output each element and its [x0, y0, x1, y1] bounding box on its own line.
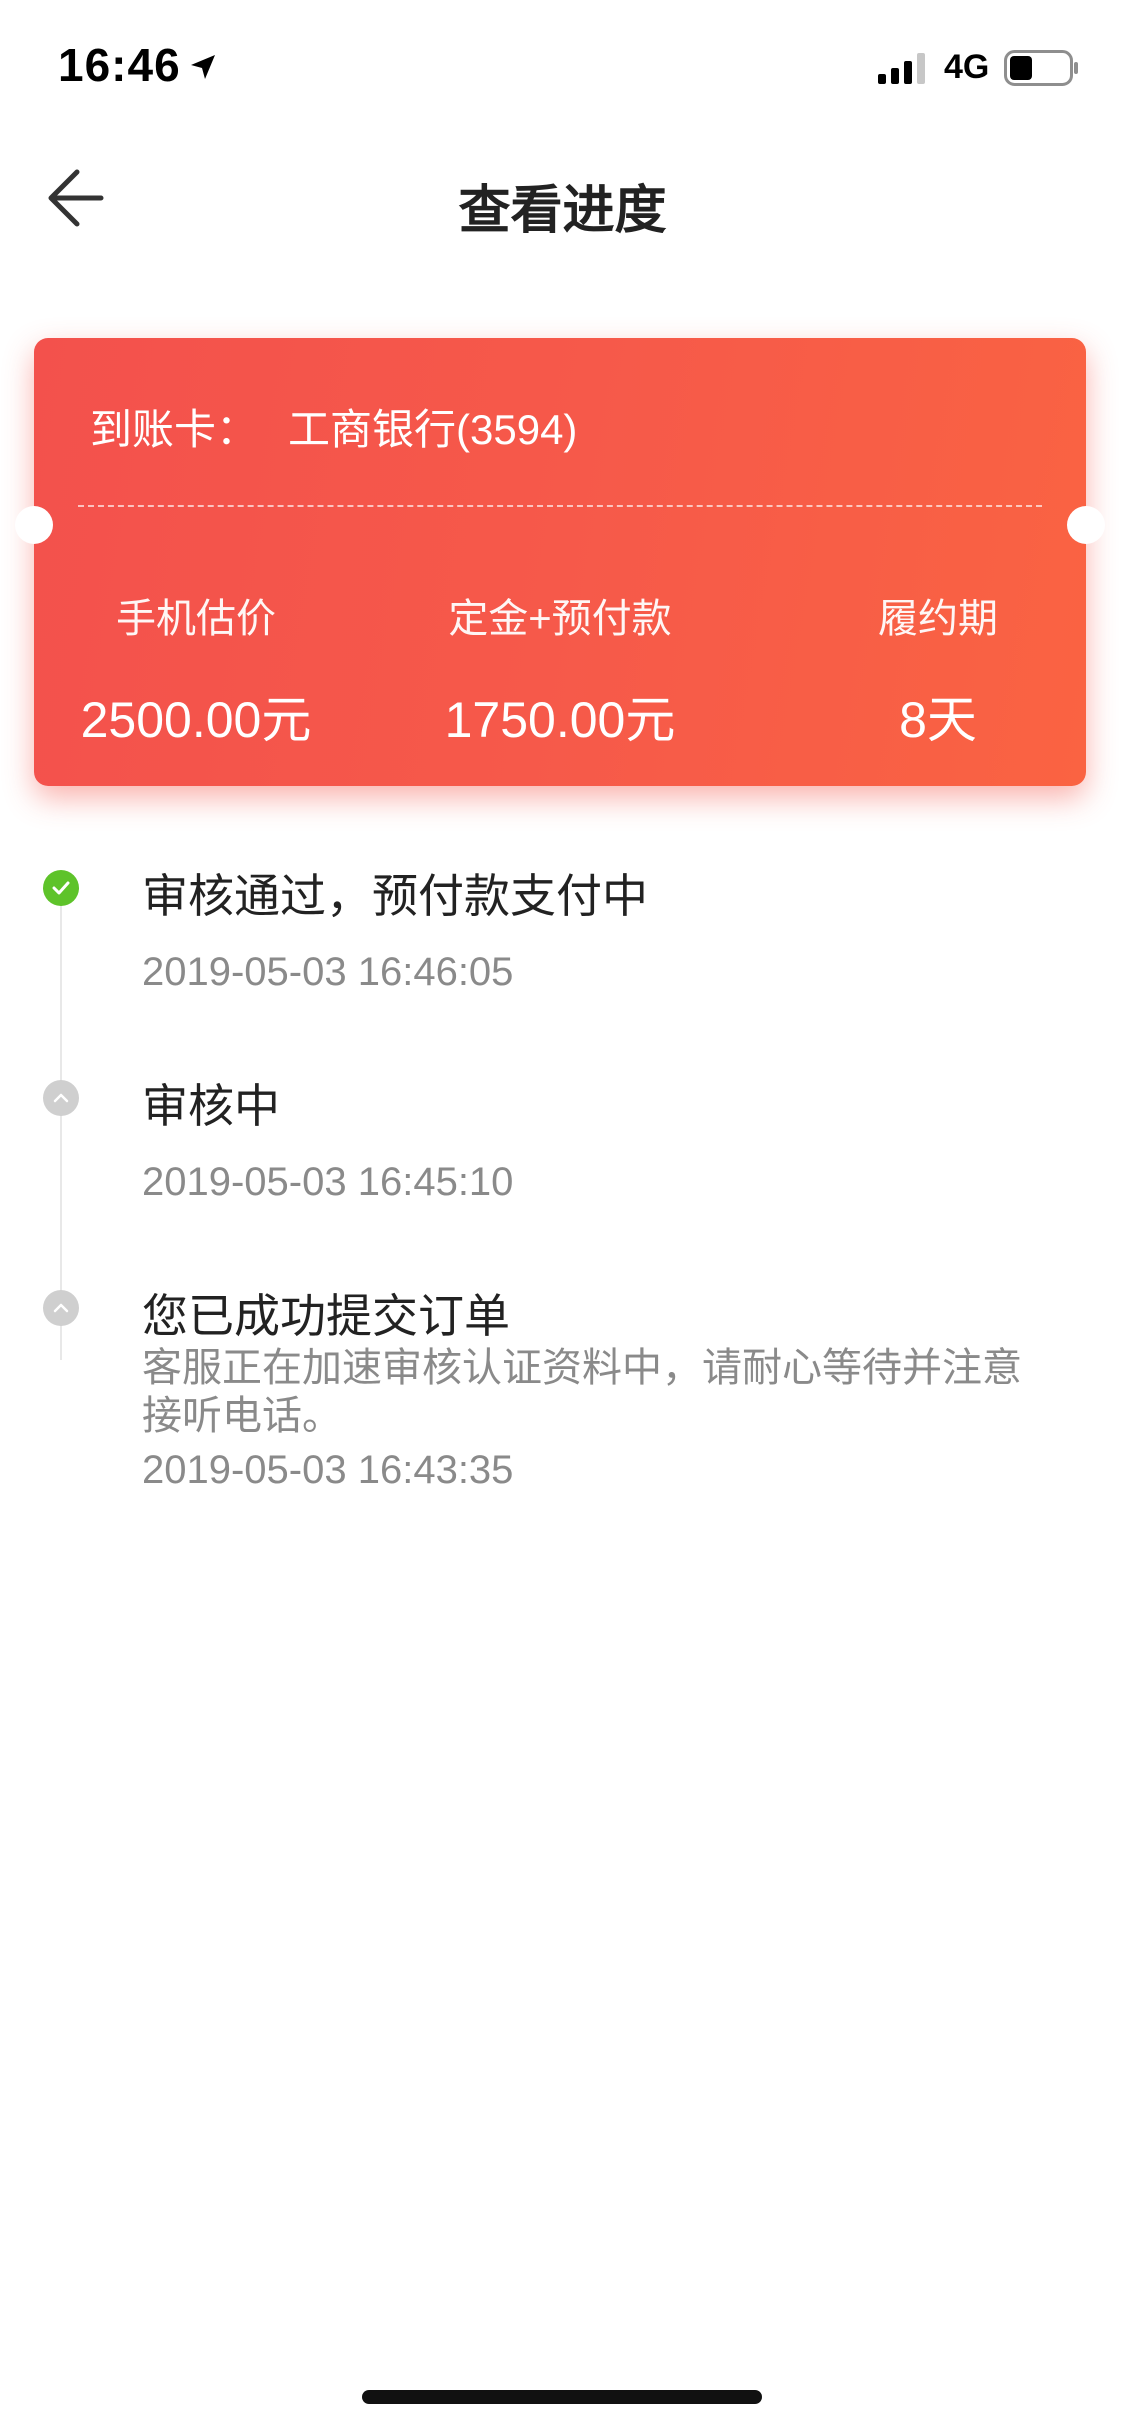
account-value: 工商银行(3594) [288, 406, 578, 453]
nav-bar: 查看进度 [0, 132, 1125, 262]
estimate-value: 2500.00元 [80, 692, 312, 748]
status-bar: 16:46 4G [0, 0, 1125, 132]
term-value: 8天 [899, 692, 977, 748]
deposit-label: 定金+预付款 [448, 597, 672, 641]
term-column: 履约期 8天 [788, 586, 1088, 752]
timeline-title: 审核中 [142, 1080, 280, 1132]
battery-icon [1004, 50, 1078, 86]
timeline-title: 您已成功提交订单 [142, 1290, 510, 1342]
home-indicator [362, 2390, 762, 2404]
location-arrow-icon [191, 55, 215, 79]
deposit-value: 1750.00元 [444, 692, 676, 748]
chevron-up-circle-icon [43, 1080, 79, 1116]
chevron-up-circle-icon [43, 1290, 79, 1326]
timeline-description: 客服正在加速审核认证资料中，请耐心等待并注意接听电话。 [142, 1346, 1022, 1438]
estimate-column: 手机估价 2500.00元 [46, 586, 346, 752]
deposit-column: 定金+预付款 1750.00元 [410, 586, 710, 752]
summary-card: 到账卡： 工商银行(3594) 手机估价 2500.00元 定金+预付款 1750… [15, 338, 1105, 786]
timeline-time: 2019-05-03 16:45:10 [142, 1160, 514, 1204]
ticket-notch-right [1067, 506, 1105, 544]
timeline-title: 审核通过，预付款支付中 [142, 870, 648, 922]
page-title: 查看进度 [458, 182, 667, 240]
estimate-label: 手机估价 [116, 597, 276, 641]
timeline-time: 2019-05-03 16:46:05 [142, 950, 514, 994]
status-time: 16:46 [58, 39, 181, 91]
network-label: 4G [944, 48, 990, 86]
dashed-divider [78, 505, 1042, 507]
check-circle-icon [43, 870, 79, 906]
account-label: 到账卡： [90, 406, 259, 453]
timeline-time: 2019-05-03 16:43:35 [142, 1448, 514, 1492]
term-label: 履约期 [878, 597, 998, 641]
account-row: 到账卡： 工商银行(3594) [90, 396, 577, 457]
signal-bars-icon [878, 53, 925, 84]
ticket-notch-left [15, 506, 53, 544]
